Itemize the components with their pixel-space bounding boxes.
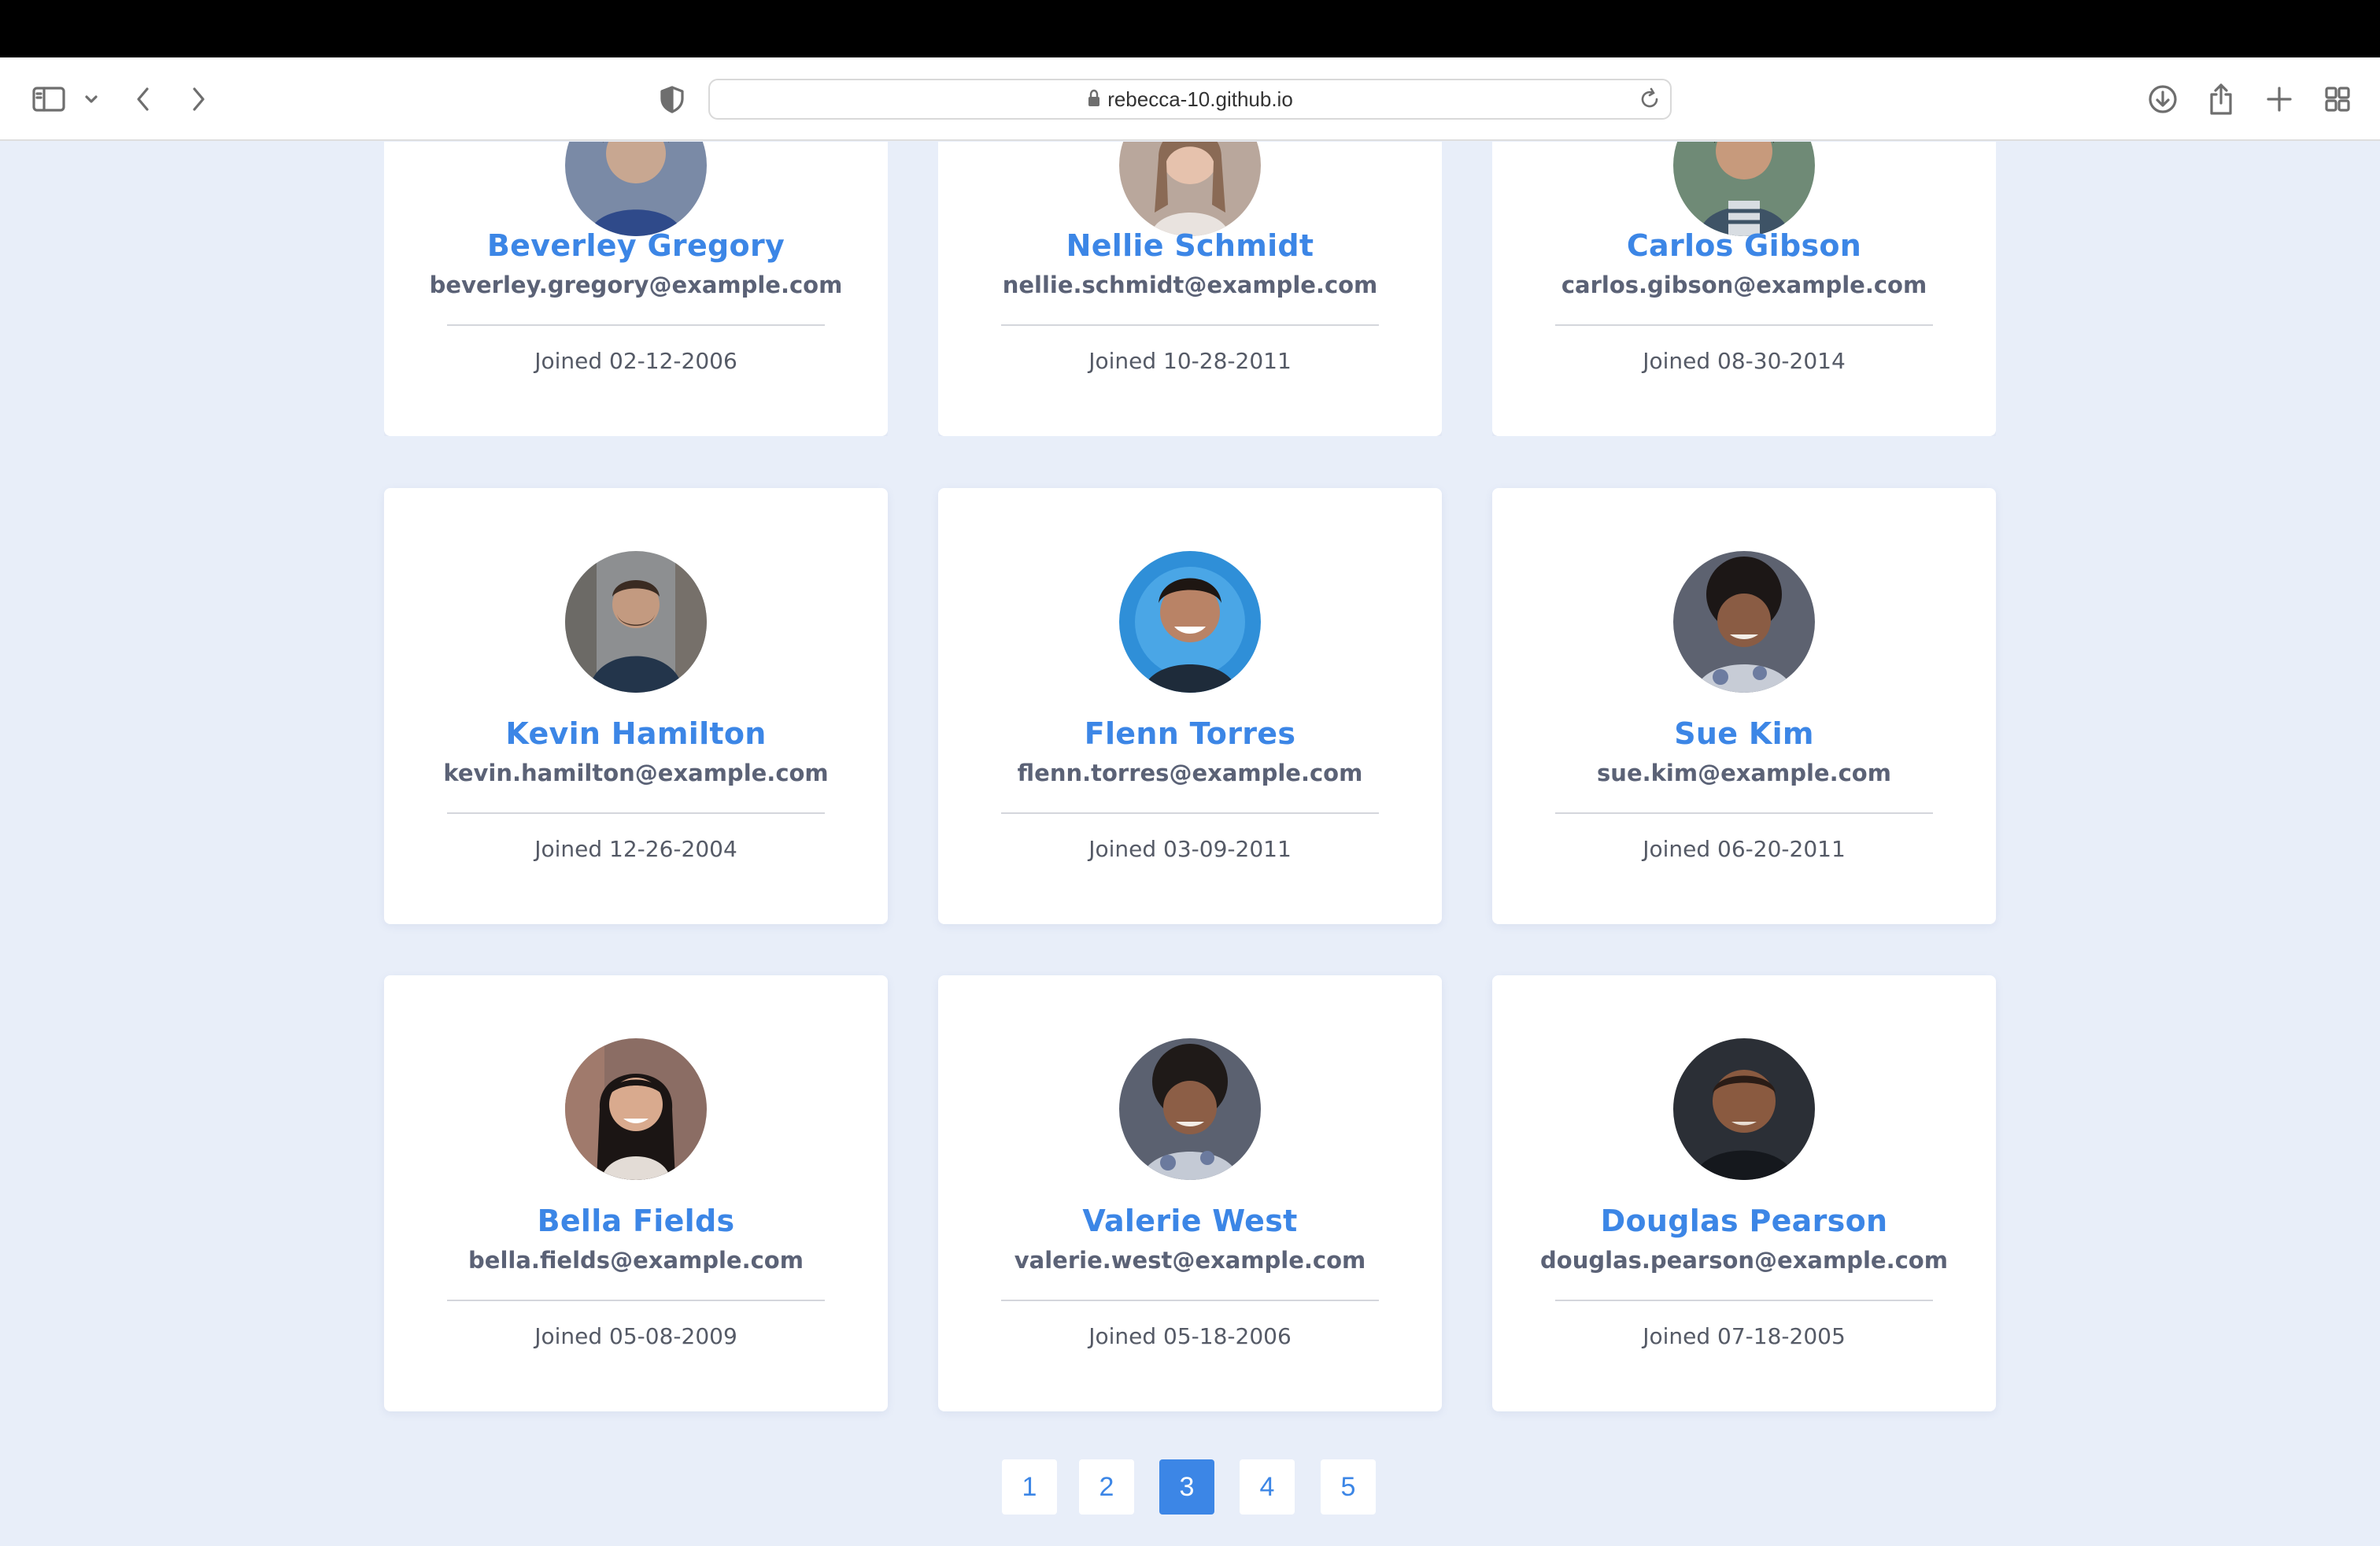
download-icon[interactable] <box>2142 79 2183 120</box>
user-card[interactable]: Carlos Gibson carlos.gibson@example.com … <box>1492 142 1996 436</box>
browser-toolbar: rebecca-10.github.io <box>0 57 2380 141</box>
user-email: sue.kim@example.com <box>1597 760 1891 786</box>
joined-date: Joined 07-18-2005 <box>1643 1323 1846 1349</box>
card-divider <box>447 812 825 814</box>
pagination: 1 2 3 4 5 <box>0 1459 2380 1515</box>
user-email: carlos.gibson@example.com <box>1561 272 1927 298</box>
page-button-5[interactable]: 5 <box>1321 1459 1376 1515</box>
user-card[interactable]: Flenn Torres flenn.torres@example.com Jo… <box>938 488 1442 924</box>
joined-date: Joined 03-09-2011 <box>1088 836 1292 862</box>
joined-date: Joined 05-08-2009 <box>534 1323 737 1349</box>
card-divider <box>1001 324 1379 326</box>
user-email: flenn.torres@example.com <box>1017 760 1363 786</box>
page-button-2[interactable]: 2 <box>1079 1459 1134 1515</box>
user-name: Beverley Gregory <box>486 228 785 263</box>
user-name: Bella Fields <box>537 1204 735 1238</box>
joined-date: Joined 02-12-2006 <box>534 348 737 374</box>
user-email: valerie.west@example.com <box>1014 1247 1366 1274</box>
user-name: Nellie Schmidt <box>1066 228 1314 263</box>
card-divider <box>1555 324 1933 326</box>
joined-date: Joined 05-18-2006 <box>1088 1323 1292 1349</box>
user-card[interactable]: Valerie West valerie.west@example.com Jo… <box>938 975 1442 1411</box>
user-name: Douglas Pearson <box>1600 1204 1888 1238</box>
back-arrow-icon[interactable] <box>123 79 164 120</box>
avatar <box>1673 551 1815 693</box>
page-button-4[interactable]: 4 <box>1240 1459 1295 1515</box>
joined-date: Joined 08-30-2014 <box>1643 348 1846 374</box>
user-name: Flenn Torres <box>1084 716 1296 751</box>
card-divider <box>447 324 825 326</box>
url-text: rebecca-10.github.io <box>1107 87 1293 111</box>
card-divider <box>1555 1300 1933 1301</box>
reload-icon[interactable] <box>1637 87 1662 115</box>
avatar <box>1119 1038 1261 1180</box>
card-divider <box>1555 812 1933 814</box>
chevron-down-icon[interactable] <box>71 79 112 120</box>
lock-icon <box>1087 82 1101 120</box>
user-card[interactable]: Nellie Schmidt nellie.schmidt@example.co… <box>938 142 1442 436</box>
sidebar-toggle-icon[interactable] <box>28 79 69 120</box>
user-email: beverley.gregory@example.com <box>429 272 843 298</box>
page-button-3-current[interactable]: 3 <box>1159 1459 1214 1515</box>
avatar <box>1119 551 1261 693</box>
privacy-shield-icon[interactable] <box>652 79 693 120</box>
user-name: Sue Kim <box>1674 716 1814 751</box>
user-card[interactable]: Kevin Hamilton kevin.hamilton@example.co… <box>384 488 888 924</box>
avatar <box>565 551 707 693</box>
user-email: douglas.pearson@example.com <box>1540 1247 1948 1274</box>
page-button-1[interactable]: 1 <box>1002 1459 1057 1515</box>
joined-date: Joined 12-26-2004 <box>534 836 737 862</box>
user-card[interactable]: Beverley Gregory beverley.gregory@exampl… <box>384 142 888 436</box>
user-name: Kevin Hamilton <box>505 716 767 751</box>
joined-date: Joined 06-20-2011 <box>1643 836 1846 862</box>
user-email: bella.fields@example.com <box>468 1247 804 1274</box>
card-divider <box>447 1300 825 1301</box>
user-card[interactable]: Bella Fields bella.fields@example.com Jo… <box>384 975 888 1411</box>
user-email: nellie.schmidt@example.com <box>1002 272 1378 298</box>
new-tab-plus-icon[interactable] <box>2259 79 2300 120</box>
avatar <box>565 1038 707 1180</box>
share-icon[interactable] <box>2201 79 2241 120</box>
card-divider <box>1001 812 1379 814</box>
avatar <box>1673 1038 1815 1180</box>
joined-date: Joined 10-28-2011 <box>1088 348 1292 374</box>
user-card[interactable]: Douglas Pearson douglas.pearson@example.… <box>1492 975 1996 1411</box>
screen-top-bar <box>0 0 2380 57</box>
user-card[interactable]: Sue Kim sue.kim@example.com Joined 06-20… <box>1492 488 1996 924</box>
forward-arrow-icon[interactable] <box>178 79 219 120</box>
user-name: Valerie West <box>1082 1204 1298 1238</box>
tab-overview-icon[interactable] <box>2317 79 2358 120</box>
user-name: Carlos Gibson <box>1626 228 1862 263</box>
card-divider <box>1001 1300 1379 1301</box>
user-email: kevin.hamilton@example.com <box>443 760 829 786</box>
address-bar[interactable]: rebecca-10.github.io <box>708 79 1672 120</box>
